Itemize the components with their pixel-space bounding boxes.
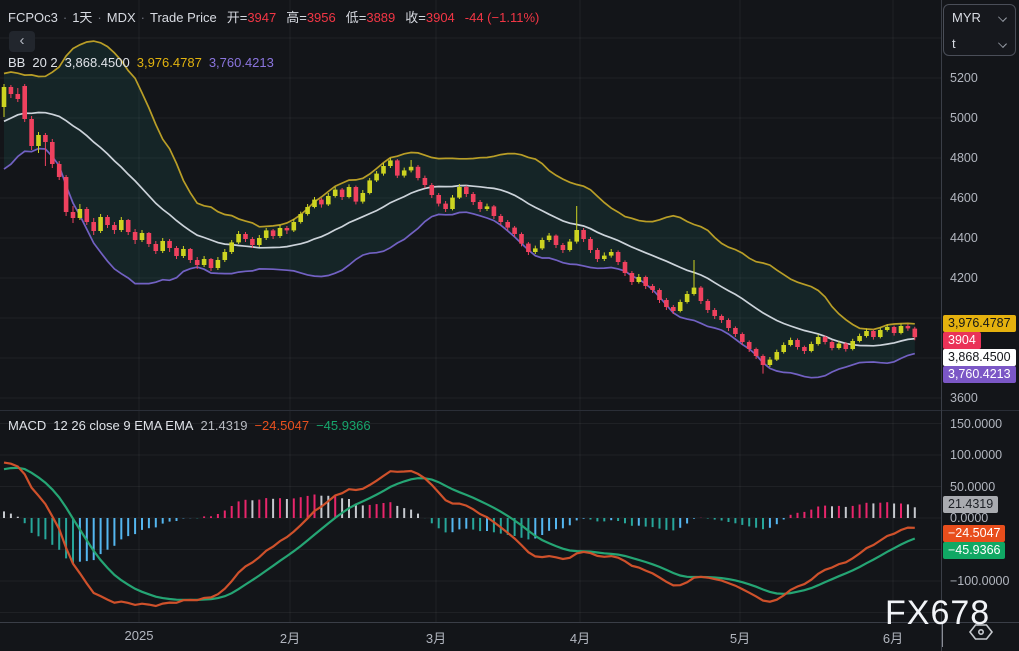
bb-title: BB xyxy=(8,55,26,70)
time-tick-label: 5月 xyxy=(729,631,751,646)
back-button[interactable]: ‹ xyxy=(9,31,35,52)
close-value: 3904 xyxy=(425,10,455,25)
bb-lower-value: 3,760.4213 xyxy=(208,55,274,70)
low-value: 3889 xyxy=(366,10,396,25)
bb-params: 20 2 xyxy=(32,55,58,70)
macd-line-value: −24.5047 xyxy=(254,418,310,433)
macd-indicator-legend[interactable]: MACD 12 26 close 9 EMA EMA 21.4319 −24.5047… xyxy=(8,418,378,433)
unit-dropdown[interactable]: t xyxy=(944,31,1015,57)
axis-tick-label: 150.0000 xyxy=(950,416,1003,431)
open-label: 开= xyxy=(226,10,248,25)
axis-price-badge: 3,868.4500 xyxy=(943,348,1016,366)
axis-tick-label: 5200 xyxy=(950,71,978,85)
axis-price-badge: 3,976.4787 xyxy=(943,314,1016,332)
time-tick-label: 4月 xyxy=(569,631,591,646)
open-value: 3947 xyxy=(247,10,277,25)
time-axis[interactable]: 2025 2月 3月 4月 5月 6月 xyxy=(0,623,1019,651)
symbol-name[interactable]: FCPOc3 xyxy=(8,10,58,25)
price-type-label[interactable]: Trade Price xyxy=(150,10,217,25)
currency-unit-selector: MYR t xyxy=(943,4,1016,56)
close-label: 收= xyxy=(405,10,426,25)
time-tick-label: 3月 xyxy=(425,631,447,646)
axis-tick-label: 0.0000 xyxy=(950,511,989,525)
symbol-legend[interactable]: FCPOc3 · 1天 · MDX · Trade Price 开=3947 高=3956 低=3… xyxy=(8,7,539,26)
high-value: 3956 xyxy=(306,10,336,25)
chevron-down-icon xyxy=(998,13,1007,22)
currency-dropdown[interactable]: MYR xyxy=(944,5,1015,31)
time-tick-label: 2月 xyxy=(279,631,301,646)
unit-value: t xyxy=(952,36,956,51)
axis-tick-label: 4400 xyxy=(950,231,978,245)
fx678-watermark: FX678 xyxy=(885,594,991,632)
time-tick-label: 2025 xyxy=(124,628,154,643)
axis-tick-label: 50.0000 xyxy=(950,479,996,494)
macd-pane-canvas[interactable] xyxy=(0,410,941,622)
axis-tick-label: −100.0000 xyxy=(950,574,1010,588)
bb-basis-value: 3,868.4500 xyxy=(64,55,130,70)
bb-indicator-legend[interactable]: BB 20 2 3,868.4500 3,976.4787 3,760.4213 xyxy=(8,55,281,70)
macd-title: MACD xyxy=(8,418,47,433)
currency-value: MYR xyxy=(952,10,981,25)
axis-tick-label: 4200 xyxy=(950,271,978,285)
price-axis[interactable]: 5200 5000 4800 4600 4400 4200 3600 150.0000 100.… xyxy=(942,0,1019,622)
macd-params: 12 26 close 9 EMA EMA xyxy=(53,418,194,433)
axis-price-badge: 3,760.4213 xyxy=(943,365,1016,383)
macd-signal-value: −45.9366 xyxy=(316,418,371,433)
change-value: -44 (−1.11%) xyxy=(464,10,540,25)
axis-tick-label: 4600 xyxy=(950,191,978,205)
pane-separator[interactable] xyxy=(0,410,1019,411)
axis-tick-label: 5000 xyxy=(950,111,978,125)
axis-price-badge: −24.5047 xyxy=(943,525,1006,543)
exchange-label[interactable]: MDX xyxy=(107,10,136,25)
axis-tick-label: 100.0000 xyxy=(950,448,1003,462)
bb-upper-value: 3,976.4787 xyxy=(136,55,202,70)
interval-label[interactable]: 1天 xyxy=(72,10,92,25)
chevron-down-icon xyxy=(998,39,1007,48)
trading-chart-window: FCPOc3 · 1天 · MDX · Trade Price 开=3947 高=3956 低=3… xyxy=(0,0,1019,651)
axis-price-badge: 3904 xyxy=(943,331,981,349)
macd-hist-value: 21.4319 xyxy=(200,418,248,433)
high-label: 高= xyxy=(286,10,307,25)
axis-tick-label: 4800 xyxy=(950,151,978,165)
axis-price-badge: −45.9366 xyxy=(943,542,1006,560)
axis-tick-label: 3600 xyxy=(950,391,978,405)
chevron-left-icon: ‹ xyxy=(19,32,25,49)
axis-price-badge: 21.4319 xyxy=(943,496,999,514)
low-label: 低= xyxy=(345,10,367,25)
